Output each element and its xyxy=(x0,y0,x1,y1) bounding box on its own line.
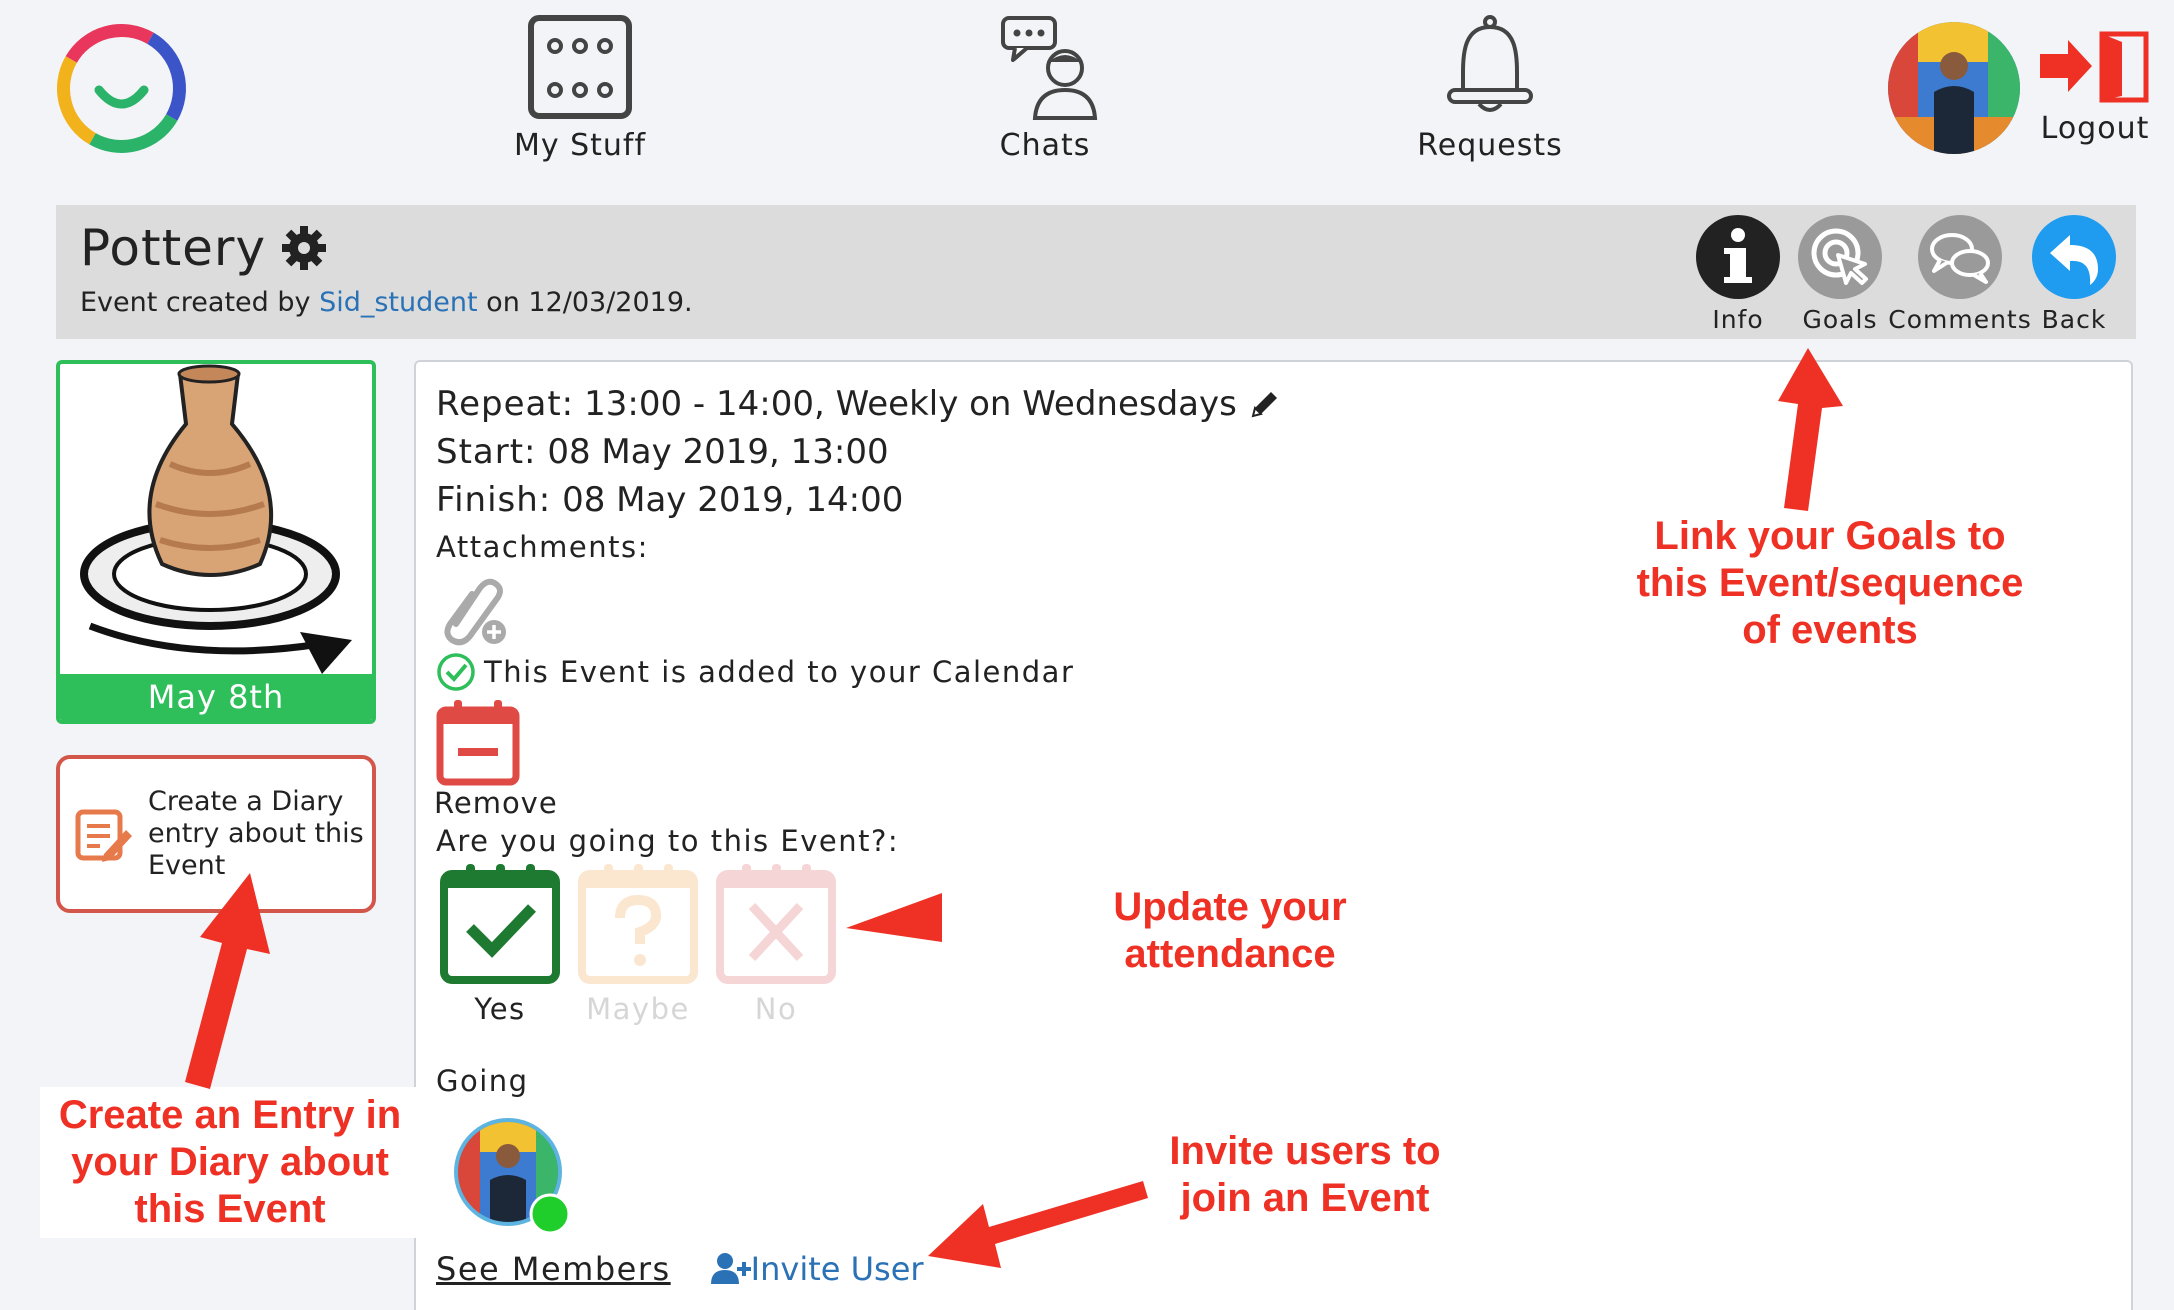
calendar-status-row: This Event is added to your Calendar xyxy=(436,652,1074,692)
goals-note-line-1: Link your Goals to xyxy=(1654,514,2006,558)
diary-line-3: Event xyxy=(148,850,226,881)
check-circle-icon xyxy=(437,653,475,691)
diary-annotation: Create an Entry in your Diary about this… xyxy=(40,1087,420,1238)
diary-line-2: entry about this xyxy=(148,818,364,849)
app-logo[interactable] xyxy=(55,22,188,155)
dice-grid-icon xyxy=(528,15,632,119)
calendar-remove-icon xyxy=(436,700,520,786)
info-label: Info xyxy=(1712,305,1764,334)
attend-yes-button[interactable]: Yes xyxy=(430,862,570,1026)
attend-maybe-button[interactable]: Maybe xyxy=(568,862,708,1026)
add-attachment-icon[interactable] xyxy=(434,572,514,652)
event-created-line: Event created by Sid_student on 12/03/20… xyxy=(80,287,693,318)
invite-note-line-2: join an Event xyxy=(1180,1176,1430,1220)
goals-note-line-3: of events xyxy=(1742,608,1918,652)
top-navigation: My Stuff Chats Requests Logout xyxy=(0,0,2174,190)
attendance-question: Are you going to this Event?: xyxy=(436,824,900,858)
start-label: Start: xyxy=(436,432,537,472)
repeat-label: Repeat: xyxy=(436,384,575,424)
pencil-icon[interactable] xyxy=(1247,386,1283,422)
start-row: Start: 08 May 2019, 13:00 xyxy=(436,432,889,472)
invite-user-label: Invite User xyxy=(750,1250,924,1288)
invite-user-link[interactable]: Invite User xyxy=(709,1250,924,1288)
author-link[interactable]: Sid_student xyxy=(319,287,478,318)
logout-label: Logout xyxy=(2040,111,2150,146)
nav-chats-label: Chats xyxy=(999,128,1091,163)
attachments-label: Attachments: xyxy=(436,530,649,564)
bell-icon xyxy=(1447,15,1533,112)
finish-label: Finish: xyxy=(436,480,552,520)
calendar-check-icon xyxy=(440,864,560,984)
diary-edit-icon xyxy=(75,809,132,862)
start-value: 08 May 2019, 13:00 xyxy=(547,432,889,472)
remove-label: Remove xyxy=(434,786,558,820)
invite-annotation: Invite users to join an Event xyxy=(1140,1128,1470,1222)
attend-no-button[interactable]: No xyxy=(706,862,846,1026)
attend-yes-label: Yes xyxy=(474,992,526,1026)
repeat-value: 13:00 - 14:00, Weekly on Wednesdays xyxy=(584,384,1237,424)
comments-icon xyxy=(1918,215,2002,299)
created-prefix: Event created by xyxy=(80,287,311,318)
goals-label: Goals xyxy=(1802,305,1878,334)
online-status-dot xyxy=(529,1193,571,1235)
chat-person-icon xyxy=(1001,16,1098,120)
create-diary-entry-button[interactable]: Create a Diary entry about this Event xyxy=(56,755,376,913)
target-cursor-icon xyxy=(1798,215,1882,299)
event-date-label: May 8th xyxy=(60,674,372,720)
back-label: Back xyxy=(2041,305,2107,334)
invite-note-line-1: Invite users to xyxy=(1169,1129,1441,1173)
diary-note-line-3: this Event xyxy=(134,1187,326,1231)
going-member-avatar[interactable] xyxy=(454,1118,571,1235)
finish-value: 08 May 2019, 14:00 xyxy=(562,480,904,520)
attendance-note-line-1: Update your xyxy=(1113,885,1347,929)
event-title: Pottery xyxy=(80,219,267,277)
diary-note-line-1: Create an Entry in xyxy=(58,1093,402,1137)
pottery-wheel-image xyxy=(80,364,352,674)
user-avatar[interactable] xyxy=(1888,22,2020,154)
nav-requests[interactable]: Requests xyxy=(1395,12,1585,163)
diary-note-line-2: your Diary about xyxy=(71,1140,389,1184)
event-header: Pottery Event created by Sid_student on … xyxy=(56,205,2136,339)
logout-button[interactable]: Logout xyxy=(2020,30,2170,146)
info-icon xyxy=(1696,215,1780,299)
add-user-icon xyxy=(710,1253,751,1284)
created-suffix: on 12/03/2019. xyxy=(486,287,693,318)
calendar-question-icon xyxy=(578,864,698,984)
back-button[interactable]: Back xyxy=(2014,215,2134,334)
attend-maybe-label: Maybe xyxy=(586,992,690,1026)
event-title-row: Pottery xyxy=(80,219,328,277)
goals-button[interactable]: Goals xyxy=(1780,215,1900,334)
remove-from-calendar-button[interactable]: Remove xyxy=(434,698,558,820)
members-actions: See Members Invite User xyxy=(436,1250,924,1288)
attendance-note-line-2: attendance xyxy=(1124,932,1336,976)
comments-label: Comments xyxy=(1888,305,2032,334)
comments-button[interactable]: Comments xyxy=(1888,215,2032,334)
calendar-status-text: This Event is added to your Calendar xyxy=(484,655,1075,689)
nav-my-stuff-label: My Stuff xyxy=(513,128,647,163)
repeat-row: Repeat: 13:00 - 14:00, Weekly on Wednesd… xyxy=(436,384,1283,424)
nav-requests-label: Requests xyxy=(1417,128,1563,163)
going-label: Going xyxy=(436,1064,529,1098)
finish-row: Finish: 08 May 2019, 14:00 xyxy=(436,480,903,520)
calendar-x-icon xyxy=(716,864,836,984)
attend-no-label: No xyxy=(754,992,798,1026)
gear-icon[interactable] xyxy=(280,224,328,272)
goals-annotation: Link your Goals to this Event/sequence o… xyxy=(1600,513,2060,654)
event-image-card: May 8th xyxy=(56,360,376,724)
goals-note-line-2: this Event/sequence xyxy=(1636,561,2024,605)
nav-chats[interactable]: Chats xyxy=(960,12,1130,163)
see-members-link[interactable]: See Members xyxy=(436,1250,671,1288)
diary-line-1: Create a Diary xyxy=(148,786,344,817)
attendance-annotation: Update your attendance xyxy=(1080,884,1380,978)
diary-button-text: Create a Diary entry about this Event xyxy=(148,786,364,882)
logout-icon xyxy=(2040,31,2149,103)
back-arrow-icon xyxy=(2032,215,2116,299)
nav-my-stuff[interactable]: My Stuff xyxy=(495,12,665,163)
